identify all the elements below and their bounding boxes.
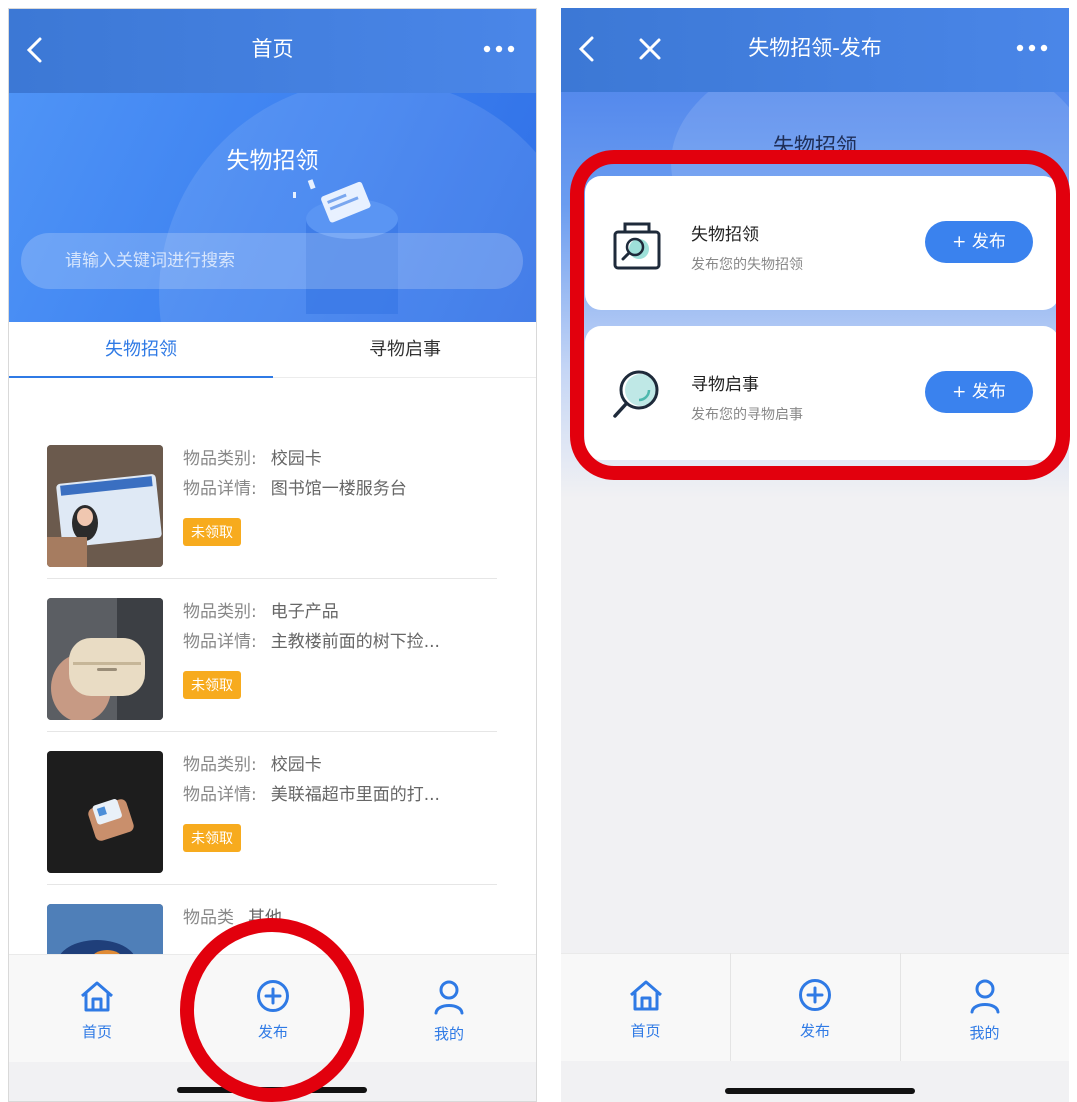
item-photo bbox=[47, 904, 163, 954]
status-badge: 未领取 bbox=[183, 518, 241, 546]
category-value: 校园卡 bbox=[270, 755, 322, 775]
tabbar-divider bbox=[900, 953, 901, 1061]
tab-lost-notice[interactable]: 寻物启事 bbox=[273, 322, 536, 378]
plus-circle-icon bbox=[799, 979, 831, 1011]
detail-value: 美联福超市里面的打... bbox=[270, 785, 440, 805]
detail-value: 主教楼前面的树下捡... bbox=[270, 632, 440, 652]
bottom-tabbar: 首页 发布 我的 bbox=[561, 953, 1069, 1061]
category-value: 电子产品 bbox=[270, 602, 339, 622]
item-photo bbox=[47, 598, 163, 720]
navigation-bar: 失物招领-发布 bbox=[561, 8, 1069, 92]
category-label: 物品类别: bbox=[183, 602, 257, 622]
tab-lost-found[interactable]: 失物招领 bbox=[9, 322, 273, 379]
detail-value: 图书馆一楼服务台 bbox=[270, 479, 407, 499]
detail-label: 物品详情: bbox=[183, 479, 257, 499]
tabbar-home[interactable]: 首页 bbox=[9, 955, 185, 1063]
category-label: 物品类 bbox=[183, 908, 234, 928]
tabbar-publish-label: 发布 bbox=[799, 1022, 830, 1040]
more-icon[interactable] bbox=[482, 44, 516, 54]
detail-label: 物品详情: bbox=[183, 785, 257, 805]
user-icon bbox=[434, 980, 464, 1015]
home-indicator[interactable] bbox=[725, 1088, 915, 1094]
category-tabs: 失物招领 寻物启事 bbox=[9, 322, 536, 379]
tabbar-divider bbox=[730, 953, 731, 1061]
search-input[interactable]: 请输入关键词进行搜索 bbox=[21, 233, 523, 289]
status-badge: 未领取 bbox=[183, 824, 241, 852]
tabbar-home[interactable]: 首页 bbox=[561, 954, 730, 1062]
tabbar-mine[interactable]: 我的 bbox=[361, 955, 536, 1063]
tabbar-publish[interactable]: 发布 bbox=[730, 954, 900, 1062]
home-icon bbox=[81, 981, 113, 1012]
tabbar-home-label: 首页 bbox=[81, 1023, 112, 1041]
category-value: 校园卡 bbox=[270, 449, 322, 469]
status-badge: 未领取 bbox=[183, 671, 241, 699]
list-item[interactable]: 物品类别: 校园卡 物品详情: 美联福超市里面的打... 未领取 bbox=[47, 732, 497, 885]
tabbar-mine-label: 我的 bbox=[969, 1024, 1000, 1042]
category-label: 物品类别: bbox=[183, 755, 257, 775]
page-title: 失物招领-发布 bbox=[748, 36, 882, 60]
item-photo bbox=[47, 751, 163, 873]
category-label: 物品类别: bbox=[183, 449, 257, 469]
page-title: 首页 bbox=[251, 37, 294, 61]
tabbar-home-label: 首页 bbox=[630, 1022, 661, 1040]
item-photo bbox=[47, 445, 163, 567]
list-item[interactable]: 物品类别: 校园卡 物品详情: 图书馆一楼服务台 未领取 bbox=[47, 426, 497, 579]
home-icon bbox=[629, 980, 662, 1011]
tabbar-mine-label: 我的 bbox=[433, 1025, 464, 1043]
user-icon bbox=[970, 979, 999, 1014]
more-icon[interactable] bbox=[1015, 43, 1049, 53]
item-list: 物品类别: 校园卡 物品详情: 图书馆一楼服务台 未领取 物品类别: 电子产品 物品详… bbox=[9, 378, 536, 954]
list-item[interactable]: 物品类别: 电子产品 物品详情: 主教楼前面的树下捡... 未领取 bbox=[47, 579, 497, 732]
tabbar-mine[interactable]: 我的 bbox=[900, 954, 1069, 1062]
highlight-circle bbox=[180, 918, 364, 1102]
navigation-bar: 首页 bbox=[9, 9, 536, 93]
highlight-rectangle bbox=[570, 150, 1070, 480]
hero-title: 失物招领 bbox=[226, 148, 319, 174]
detail-label: 物品详情: bbox=[183, 632, 257, 652]
